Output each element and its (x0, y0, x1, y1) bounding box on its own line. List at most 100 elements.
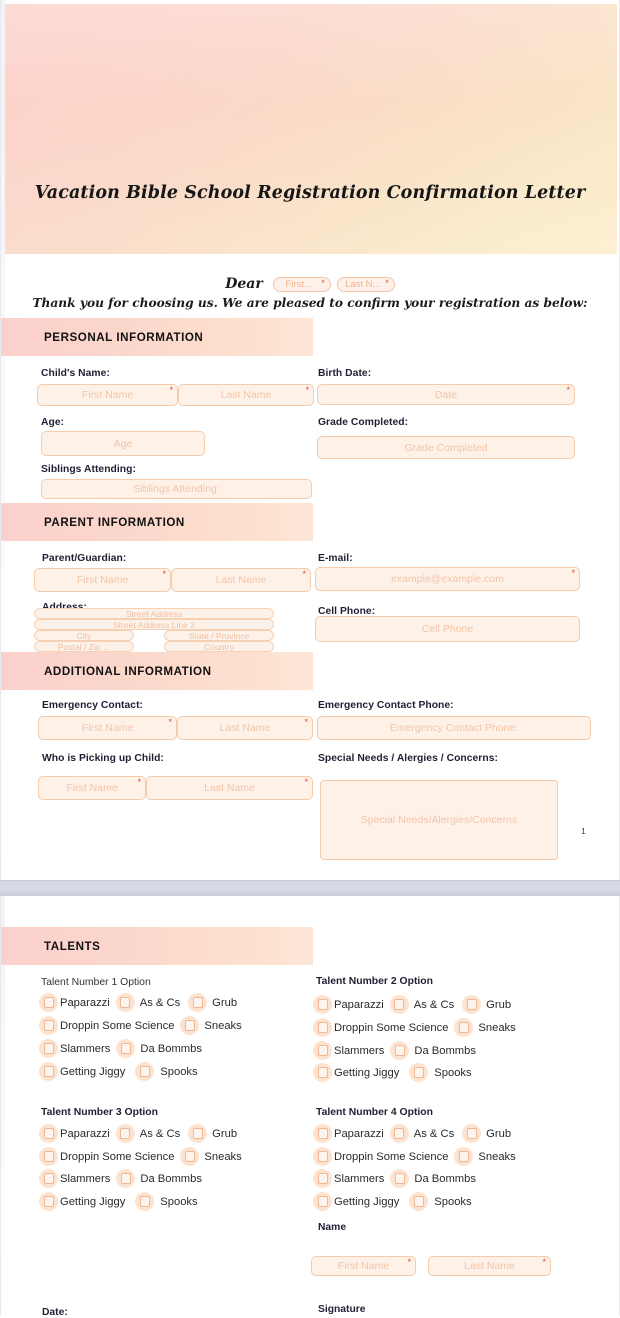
checkbox-option[interactable]: Sneaks (180, 1016, 242, 1035)
checkbox-option[interactable]: Grub (188, 993, 237, 1012)
input-signer-first-name[interactable]: First Name * (311, 1256, 416, 1276)
input-pickup-last-name[interactable]: Last Name * (146, 776, 313, 800)
checkbox-option[interactable]: Paparazzi (39, 1124, 110, 1143)
checkbox-option[interactable]: Sneaks (180, 1147, 242, 1166)
checkbox-icon (313, 1192, 332, 1211)
input-country[interactable]: Country (164, 641, 274, 652)
option-label: Getting Jiggy (60, 1195, 126, 1208)
checkbox-option[interactable]: Paparazzi (313, 995, 384, 1014)
required-asterisk: * (304, 777, 308, 787)
input-child-first-name[interactable]: First Name * (37, 384, 178, 406)
checkbox-option[interactable]: Sneaks (454, 1018, 516, 1037)
checkbox-option[interactable]: As & Cs (115, 993, 180, 1012)
input-signer-last-name[interactable]: Last Name * (428, 1256, 551, 1276)
checkbox-option[interactable]: As & Cs (389, 995, 454, 1014)
required-asterisk: * (137, 777, 141, 787)
input-pickup-first-name[interactable]: First Name * (38, 776, 146, 800)
checkbox-icon (313, 995, 332, 1014)
input-cell-phone[interactable]: Cell Phone (315, 616, 580, 642)
checkbox-option[interactable]: Getting Jiggy (313, 1192, 399, 1211)
section-header-parent-information: PARENT INFORMATION (1, 503, 313, 541)
input-email[interactable]: example@example.com * (315, 567, 580, 591)
placeholder: Grade Completed (404, 441, 488, 454)
salutation-first-name-field[interactable]: First... * (272, 276, 331, 292)
required-asterisk: * (321, 277, 325, 288)
checkbox-option[interactable]: Droppin Some Science (39, 1016, 174, 1035)
input-city[interactable]: City (34, 630, 134, 641)
option-label: Slammers (334, 1044, 385, 1057)
placeholder: Last Name (204, 782, 255, 794)
input-emergency-last-name[interactable]: Last Name * (177, 716, 313, 740)
checkbox-option[interactable]: As & Cs (115, 1124, 180, 1143)
checkbox-option[interactable]: Da Bommbs (116, 1169, 202, 1188)
checkbox-option[interactable]: Da Bommbs (390, 1169, 476, 1188)
checkbox-icon (116, 1169, 136, 1188)
input-street-address[interactable]: Street Address (34, 608, 274, 619)
input-emergency-contact-phone[interactable]: Emergency Contact Phone: (317, 716, 591, 740)
checkbox-option[interactable]: Spooks (409, 1063, 472, 1082)
checkbox-option[interactable]: Grub (462, 1124, 511, 1143)
checkbox-option[interactable]: Droppin Some Science (313, 1018, 448, 1037)
option-label: Da Bommbs (414, 1044, 476, 1057)
option-label: Spooks (160, 1195, 198, 1208)
input-grade-completed[interactable]: Grade Completed (317, 436, 575, 459)
checkbox-option[interactable]: Droppin Some Science (39, 1147, 174, 1166)
checkbox-option[interactable]: Paparazzi (313, 1124, 384, 1143)
checkbox-option[interactable]: Spooks (135, 1062, 198, 1081)
option-label: Slammers (60, 1172, 111, 1185)
input-guardian-first-name[interactable]: First Name * (34, 568, 171, 592)
checkbox-option[interactable]: Getting Jiggy (39, 1192, 125, 1211)
input-siblings-attending[interactable]: Siblings Attending: (41, 479, 312, 499)
checkbox-option[interactable]: Sneaks (454, 1147, 516, 1166)
checkbox-option[interactable]: Slammers (39, 1039, 110, 1058)
input-state-province[interactable]: State / Province (164, 630, 274, 641)
checkbox-option[interactable]: Spooks (409, 1192, 472, 1211)
input-child-last-name[interactable]: Last Name * (178, 384, 314, 406)
input-guardian-last-name[interactable]: Last Name * (171, 568, 311, 592)
talent-3-options-row-4: Getting Jiggy Spooks (39, 1192, 198, 1211)
label-signature: Signature (318, 1304, 366, 1315)
talent-2-options-row-1: Paparazzi As & Cs Grub (313, 995, 511, 1014)
checkbox-option[interactable]: Paparazzi (39, 993, 110, 1012)
checkbox-option[interactable]: Slammers (39, 1169, 110, 1188)
checkbox-option[interactable]: Grub (462, 995, 511, 1014)
placeholder: First Name (81, 389, 134, 401)
salutation-last-name-field[interactable]: Last N... * (336, 276, 395, 292)
checkbox-option[interactable]: Da Bommbs (390, 1041, 476, 1060)
checkbox-option[interactable]: Getting Jiggy (39, 1062, 125, 1081)
input-postal-zip[interactable]: Postal / Zip ... (34, 641, 134, 652)
page-1: Vacation Bible School Registration Confi… (0, 0, 620, 880)
checkbox-option[interactable]: Slammers (313, 1041, 384, 1060)
checkbox-icon (313, 1147, 332, 1166)
checkbox-option[interactable]: Droppin Some Science (313, 1147, 448, 1166)
input-birth-date[interactable]: Date * (317, 384, 575, 405)
talent-1-options-row-4: Getting Jiggy Spooks (39, 1062, 198, 1081)
talent-4-options-row-2: Droppin Some Science Sneaks (313, 1147, 516, 1166)
option-label: Spooks (434, 1195, 472, 1208)
checkbox-icon (115, 1124, 135, 1143)
input-emergency-first-name[interactable]: First Name * (38, 716, 177, 740)
checkbox-option[interactable]: Getting Jiggy (313, 1063, 399, 1082)
page-2: TALENTS Talent Number 1 Option Paparazzi… (0, 896, 620, 1318)
checkbox-icon (462, 995, 482, 1014)
checkbox-icon (390, 1041, 410, 1060)
checkbox-option[interactable]: Spooks (135, 1192, 198, 1211)
talent-3-options-row-1: Paparazzi As & Cs Grub (39, 1124, 237, 1143)
section-header-personal-information: PERSONAL INFORMATION (1, 318, 313, 356)
checkbox-icon (409, 1063, 429, 1082)
checkbox-icon (115, 993, 135, 1012)
input-age[interactable]: Age (41, 431, 205, 456)
document-preview: Vacation Bible School Registration Confi… (0, 0, 620, 1318)
input-street-address-line-2[interactable]: Street Address Line 2 (34, 619, 274, 630)
option-label: Da Bommbs (140, 1172, 202, 1185)
salutation-row: Dear First... * Last N... * (1, 273, 619, 295)
talent-4-options-row-1: Paparazzi As & Cs Grub (313, 1124, 511, 1143)
checkbox-option[interactable]: Grub (188, 1124, 237, 1143)
textarea-special-needs[interactable]: Special Needs/Alergies/Concerns (320, 780, 558, 860)
checkbox-option[interactable]: Slammers (313, 1169, 384, 1188)
checkbox-option[interactable]: As & Cs (389, 1124, 454, 1143)
placeholder: example@example.com (391, 573, 504, 585)
checkbox-icon (135, 1062, 155, 1081)
option-label: Droppin Some Science (334, 1150, 449, 1163)
checkbox-option[interactable]: Da Bommbs (116, 1039, 202, 1058)
